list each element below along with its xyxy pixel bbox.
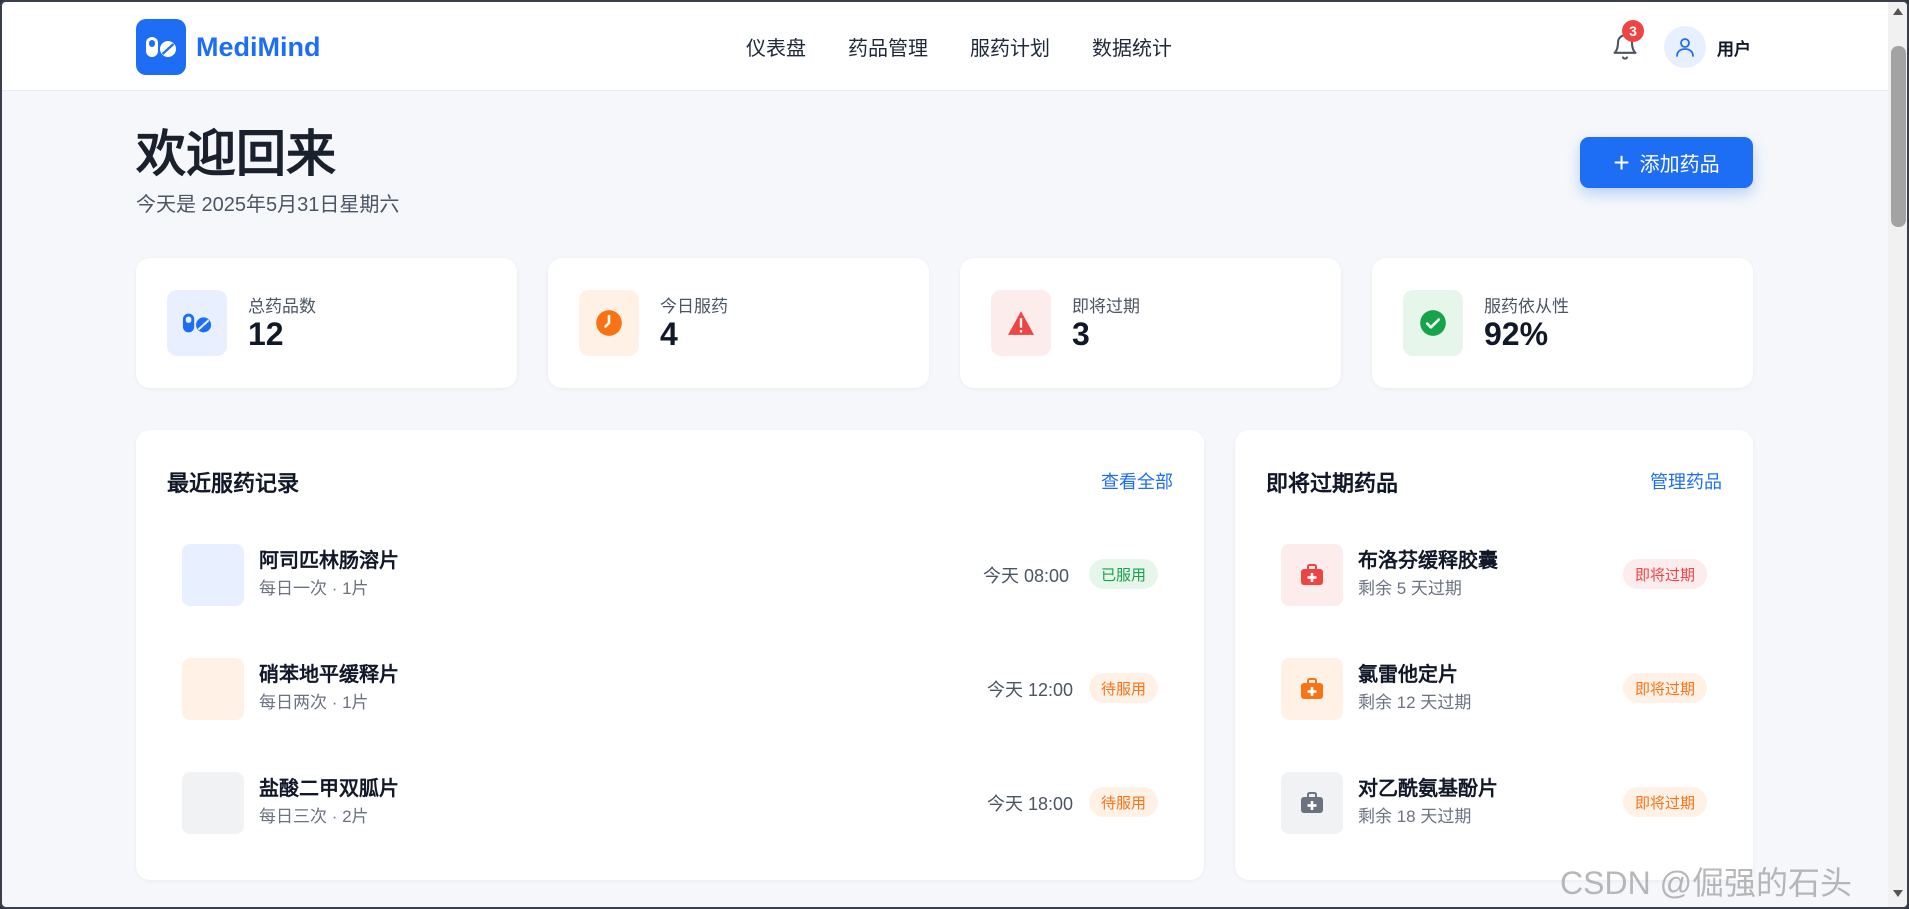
user-name: 用户 — [1717, 39, 1751, 59]
stat-card-expiring: 即将过期 3 — [960, 258, 1341, 388]
medicine-thumbnail — [182, 658, 244, 720]
medicine-name: 布洛芬缓释胶囊 — [1358, 550, 1498, 572]
dose-time: 今天 12:00 — [986, 680, 1073, 700]
medicine-name: 盐酸二甲双胍片 — [259, 778, 399, 800]
stat-value: 3 — [1072, 316, 1090, 352]
nav-dashboard[interactable]: 仪表盘 — [746, 32, 806, 61]
medicine-name: 阿司匹林肠溶片 — [259, 550, 399, 572]
remaining-days: 剩余 5 天过期 — [1358, 579, 1462, 598]
add-medicine-label: 添加药品 — [1639, 154, 1720, 176]
remaining-days: 剩余 12 天过期 — [1358, 693, 1472, 712]
nav-medication-plan[interactable]: 服药计划 — [970, 32, 1050, 61]
plus-icon: + — [1613, 146, 1630, 178]
status-badge: 即将过期 — [1622, 673, 1707, 703]
manage-medicines-link[interactable]: 管理药品 — [1650, 468, 1722, 494]
stat-value: 4 — [660, 316, 678, 352]
add-medicine-button[interactable]: + 添加药品 — [1580, 137, 1753, 188]
dosage-text: 每日一次 · 1片 — [259, 579, 369, 598]
medicine-thumbnail — [182, 544, 244, 606]
scroll-up-arrow-icon[interactable] — [1893, 8, 1903, 15]
list-item[interactable]: 对乙酰氨基酚片 剩余 18 天过期 即将过期 — [1266, 755, 1722, 851]
stat-value: 12 — [248, 316, 284, 352]
list-item[interactable]: 布洛芬缓释胶囊 剩余 5 天过期 即将过期 — [1266, 527, 1722, 623]
panel-title: 最近服药记录 — [167, 471, 300, 496]
panel-title: 即将过期药品 — [1266, 471, 1399, 496]
medicine-thumbnail — [182, 772, 244, 834]
medicine-name: 对乙酰氨基酚片 — [1358, 778, 1498, 800]
brand-logo[interactable]: MediMind — [136, 19, 320, 75]
check-circle-icon — [1403, 290, 1463, 356]
warning-icon — [991, 290, 1051, 356]
dosage-text: 每日三次 · 2片 — [259, 807, 369, 826]
status-badge: 已服用 — [1088, 559, 1158, 589]
remaining-days: 剩余 18 天过期 — [1358, 807, 1472, 826]
notification-badge: 3 — [1622, 20, 1644, 42]
scrollbar-thumb[interactable] — [1891, 46, 1906, 227]
user-avatar-icon — [1664, 26, 1706, 68]
stat-label: 今日服药 — [660, 297, 728, 316]
stat-label: 即将过期 — [1072, 297, 1140, 316]
nav-statistics[interactable]: 数据统计 — [1092, 32, 1172, 61]
main-nav: 仪表盘 药品管理 服药计划 数据统计 — [746, 32, 1172, 61]
status-badge: 待服用 — [1088, 787, 1158, 817]
list-item[interactable]: 氯雷他定片 剩余 12 天过期 即将过期 — [1266, 641, 1722, 737]
list-item[interactable]: 阿司匹林肠溶片 每日一次 · 1片 今天 08:00 已服用 — [167, 527, 1173, 623]
page-title: 欢迎回来 — [136, 126, 336, 182]
stat-card-adherence: 服药依从性 92% — [1372, 258, 1753, 388]
pills-icon — [167, 290, 227, 356]
medkit-icon — [1281, 658, 1343, 720]
status-badge: 即将过期 — [1622, 559, 1707, 589]
medicine-name: 氯雷他定片 — [1358, 664, 1458, 686]
stat-card-total-medicines: 总药品数 12 — [136, 258, 517, 388]
stat-value: 92% — [1484, 316, 1549, 352]
list-item[interactable]: 盐酸二甲双胍片 每日三次 · 2片 今天 18:00 待服用 — [167, 755, 1173, 851]
dosage-text: 每日两次 · 1片 — [259, 693, 369, 712]
browser-window: MediMind 仪表盘 药品管理 服药计划 数据统计 3 用户 欢迎回来 今天… — [0, 0, 1909, 909]
stat-card-today-doses: 今日服药 4 — [548, 258, 929, 388]
stat-label: 服药依从性 — [1484, 297, 1569, 316]
medicine-name: 硝苯地平缓释片 — [259, 664, 399, 686]
status-badge: 待服用 — [1088, 673, 1158, 703]
current-date: 今天是 2025年5月31日星期六 — [136, 194, 400, 216]
stat-label: 总药品数 — [248, 297, 316, 316]
scroll-down-arrow-icon[interactable] — [1893, 890, 1903, 897]
expiring-medicines-panel: 即将过期药品 管理药品 布洛芬缓释胶囊 剩余 5 天过期 即将过期 氯雷他定片 … — [1235, 430, 1753, 880]
pills-icon — [136, 19, 186, 75]
recent-records-panel: 最近服药记录 查看全部 阿司匹林肠溶片 每日一次 · 1片 今天 08:00 已… — [136, 430, 1204, 880]
top-navigation-bar: MediMind 仪表盘 药品管理 服药计划 数据统计 3 用户 — [2, 2, 1888, 91]
nav-medicine-management[interactable]: 药品管理 — [848, 32, 928, 61]
list-item[interactable]: 硝苯地平缓释片 每日两次 · 1片 今天 12:00 待服用 — [167, 641, 1173, 737]
watermark-text: CSDN @倔强的石头 — [1560, 865, 1853, 901]
clock-icon — [579, 290, 639, 356]
medkit-icon — [1281, 544, 1343, 606]
dose-time: 今天 18:00 — [986, 794, 1073, 814]
user-menu[interactable]: 用户 — [1664, 26, 1751, 68]
view-all-link[interactable]: 查看全部 — [1101, 468, 1173, 494]
medkit-icon — [1281, 772, 1343, 834]
brand-name: MediMind — [196, 31, 321, 62]
status-badge: 即将过期 — [1622, 787, 1707, 817]
dose-time: 今天 08:00 — [982, 566, 1069, 586]
